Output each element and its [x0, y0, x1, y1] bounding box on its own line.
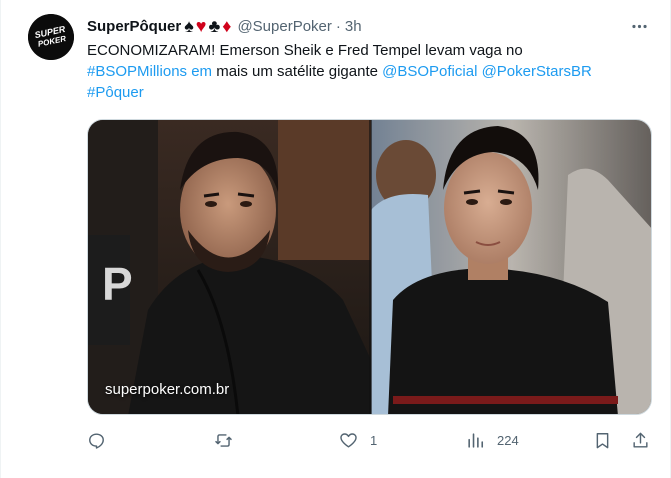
- diamond-icon: ♦: [222, 16, 232, 36]
- action-bar: 1 224: [1, 428, 671, 452]
- mention-pokerstarsbr[interactable]: @PokerStarsBR: [482, 63, 592, 80]
- suit-emojis: ♠ ♥ ♣ ♦: [184, 17, 231, 35]
- retweet-icon: [215, 433, 232, 447]
- tweet-text-line1: ECONOMIZARAM! Emerson Sheik e Fred Tempe…: [87, 42, 523, 59]
- bookmark-button[interactable]: [593, 428, 612, 452]
- separator-dot: ·: [335, 17, 341, 35]
- avatar[interactable]: SUPER POKER: [28, 14, 74, 60]
- display-name[interactable]: SuperPôquer: [87, 18, 181, 35]
- more-icon[interactable]: [627, 14, 651, 38]
- views-icon: [468, 432, 484, 448]
- reply-icon: [89, 432, 104, 449]
- tweet-header: SuperPôquer ♠ ♥ ♣ ♦ @SuperPoker · 3h: [87, 15, 362, 37]
- svg-text:P: P: [102, 258, 133, 310]
- like-icon: [340, 432, 357, 448]
- hashtag-bsopmillions[interactable]: #BSOPMillions em: [87, 63, 212, 80]
- tweet-text-line2: mais um satélite gigante: [212, 63, 383, 80]
- timestamp[interactable]: 3h: [345, 18, 362, 35]
- players-photo: P: [88, 120, 651, 414]
- views-count: 224: [497, 432, 519, 448]
- tweet-image[interactable]: P superpoker.com.br: [87, 119, 652, 415]
- image-watermark: superpoker.com.br: [105, 381, 230, 398]
- reply-button[interactable]: [87, 428, 118, 452]
- club-icon: ♣: [208, 16, 221, 36]
- heart-icon: ♥: [195, 16, 207, 36]
- share-icon: [633, 432, 648, 448]
- hashtag-poquer[interactable]: #Pôquer: [87, 84, 144, 101]
- views-button[interactable]: 224: [466, 428, 519, 452]
- bookmark-icon: [596, 432, 609, 448]
- tweet-card[interactable]: SUPER POKER SuperPôquer ♠ ♥ ♣ ♦ @SuperPo…: [0, 0, 671, 478]
- share-button[interactable]: [631, 428, 650, 452]
- spade-icon: ♠: [184, 16, 194, 36]
- retweet-button[interactable]: [214, 428, 245, 452]
- superpoker-logo: SUPER POKER: [28, 14, 74, 60]
- like-count: 1: [370, 432, 378, 448]
- like-button[interactable]: 1: [339, 428, 377, 452]
- tweet-text: ECONOMIZARAM! Emerson Sheik e Fred Tempe…: [87, 40, 662, 103]
- mention-bsopoficial[interactable]: @BSOPoficial: [382, 63, 477, 80]
- user-handle[interactable]: @SuperPoker: [237, 18, 331, 35]
